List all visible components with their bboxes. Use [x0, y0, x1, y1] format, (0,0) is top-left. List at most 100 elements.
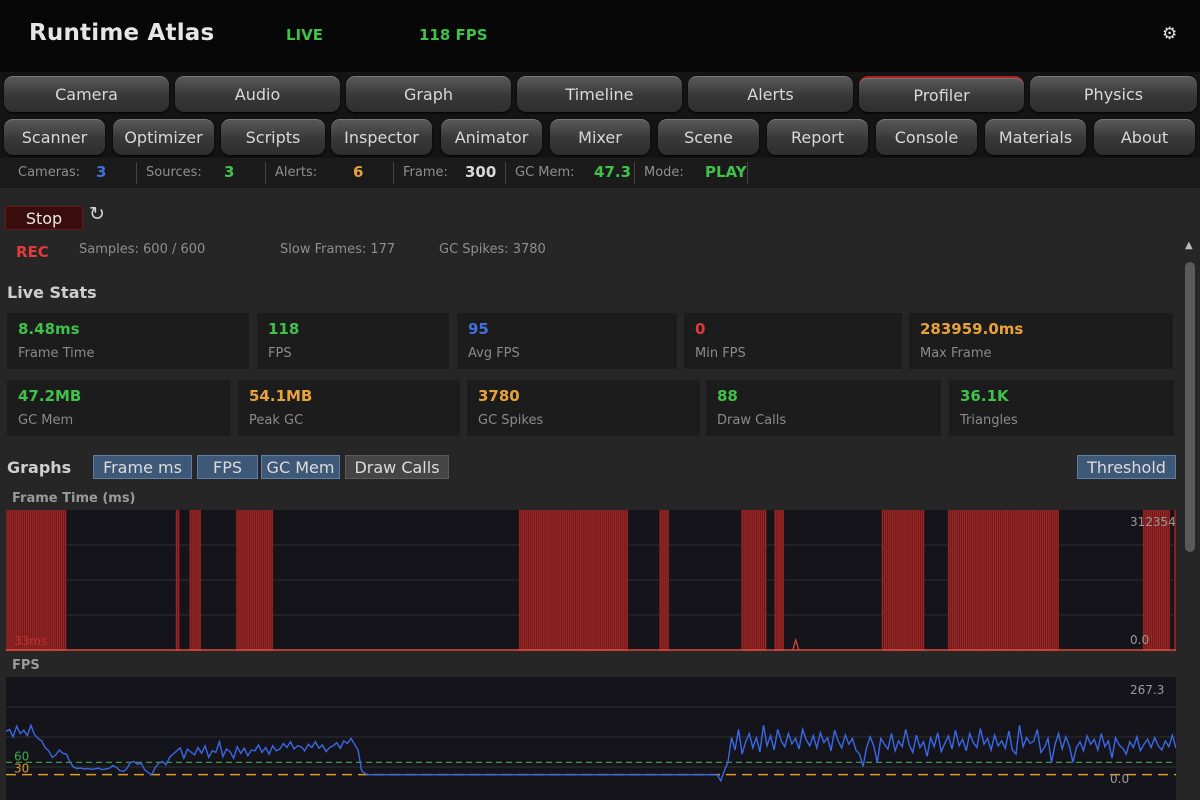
- stat-card: 36.1K Triangles: [949, 380, 1174, 436]
- title-bar: Runtime Atlas LIVE 118 FPS ⚙: [0, 0, 1200, 72]
- status-value: PLAY: [705, 163, 747, 181]
- stat-value: 118: [268, 320, 300, 338]
- live-stats-title: Live Stats: [7, 283, 97, 302]
- stat-value: 54.1MB: [249, 387, 313, 405]
- tab-alerts[interactable]: Alerts: [688, 76, 853, 112]
- threshold-30-label: 30: [14, 762, 29, 776]
- stat-label: Max Frame: [920, 346, 992, 361]
- tab-report[interactable]: Report: [767, 119, 868, 155]
- tab-console[interactable]: Console: [876, 119, 977, 155]
- gc-spikes-count: GC Spikes: 3780: [439, 242, 546, 257]
- tab-mixer[interactable]: Mixer: [550, 119, 650, 155]
- toggle-fps[interactable]: FPS: [197, 455, 258, 479]
- status-divider: [265, 162, 266, 184]
- stat-card: 3780 GC Spikes: [467, 380, 700, 436]
- tab-scripts[interactable]: Scripts: [221, 119, 325, 155]
- tab-animator[interactable]: Animator: [441, 119, 542, 155]
- status-label: Sources:: [146, 165, 202, 180]
- tab-about[interactable]: About: [1094, 119, 1195, 155]
- stat-value: 95: [468, 320, 489, 338]
- stat-card: 283959.0ms Max Frame: [909, 313, 1173, 369]
- tab-audio[interactable]: Audio: [175, 76, 340, 112]
- stat-value: 88: [717, 387, 738, 405]
- stat-value: 283959.0ms: [920, 320, 1024, 338]
- slow-frames-count: Slow Frames: 177: [280, 242, 396, 257]
- tab-physics[interactable]: Physics: [1030, 76, 1197, 112]
- y-min-label: 0.0: [1130, 633, 1149, 647]
- status-label: Mode:: [644, 165, 684, 180]
- stat-label: Draw Calls: [717, 413, 787, 428]
- graphs-title: Graphs: [7, 458, 72, 477]
- status-label: Frame:: [403, 165, 448, 180]
- status-divider: [505, 162, 506, 184]
- chart-background: [6, 677, 1176, 800]
- scroll-up-icon[interactable]: ▲: [1185, 240, 1193, 251]
- status-bar: Cameras: 3 Sources: 3 Alerts: 6 Frame: 300 GC Me…: [0, 158, 1200, 188]
- status-label: GC Mem:: [515, 165, 575, 180]
- status-divider: [136, 162, 137, 184]
- status-value: 3: [224, 163, 235, 181]
- stat-label: Triangles: [960, 413, 1018, 428]
- stat-label: FPS: [268, 346, 292, 361]
- status-label: Alerts:: [275, 165, 318, 180]
- rec-indicator: REC: [16, 243, 49, 261]
- y-min-label: 0.0: [1110, 772, 1129, 786]
- status-divider: [393, 162, 394, 184]
- stat-card: 0 Min FPS: [684, 313, 902, 369]
- stat-card: 54.1MB Peak GC: [238, 380, 460, 436]
- fps-chart: 267.30.06030: [6, 677, 1176, 800]
- tab-timeline[interactable]: Timeline: [517, 76, 682, 112]
- stat-value: 47.2MB: [18, 387, 82, 405]
- toggle-frame-ms[interactable]: Frame ms: [93, 455, 192, 479]
- y-max-label: 267.3: [1130, 683, 1164, 697]
- stat-card: 88 Draw Calls: [706, 380, 941, 436]
- tab-scene[interactable]: Scene: [658, 119, 759, 155]
- stat-card: 118 FPS: [257, 313, 449, 369]
- frame-time-graph-title: Frame Time (ms): [12, 491, 136, 506]
- stat-value: 3780: [478, 387, 520, 405]
- gear-icon[interactable]: ⚙: [1162, 24, 1177, 44]
- tab-inspector[interactable]: Inspector: [331, 119, 432, 155]
- stat-label: GC Spikes: [478, 413, 544, 428]
- status-divider: [747, 162, 748, 184]
- stat-value: 36.1K: [960, 387, 1009, 405]
- y-max-label: 312354.9: [1130, 515, 1176, 529]
- frame-time-chart: 312354.9 0.0 33ms: [6, 510, 1176, 651]
- tab-optimizer[interactable]: Optimizer: [113, 119, 214, 155]
- threshold-button[interactable]: Threshold: [1077, 455, 1176, 479]
- tab-profiler[interactable]: Profiler: [859, 76, 1024, 112]
- samples-count: Samples: 600 / 600: [79, 242, 206, 257]
- tab-scanner[interactable]: Scanner: [4, 119, 105, 155]
- tab-materials[interactable]: Materials: [985, 119, 1086, 155]
- stat-label: Avg FPS: [468, 346, 520, 361]
- stat-value: 0: [695, 320, 706, 338]
- stat-label: GC Mem: [18, 413, 74, 428]
- stat-label: Frame Time: [18, 346, 95, 361]
- stat-card: 95 Avg FPS: [457, 313, 677, 369]
- fps-graph-title: FPS: [12, 658, 40, 673]
- threshold-label: 33ms: [14, 634, 47, 648]
- scrollbar-thumb[interactable]: [1185, 262, 1195, 552]
- tab-camera[interactable]: Camera: [4, 76, 169, 112]
- toggle-gc-mem[interactable]: GC Mem: [261, 455, 340, 479]
- fps-readout: 118 FPS: [419, 26, 488, 44]
- stat-card: 8.48ms Frame Time: [7, 313, 249, 369]
- stat-label: Peak GC: [249, 413, 304, 428]
- live-indicator: LIVE: [286, 26, 323, 44]
- status-value: 3: [96, 163, 107, 181]
- stat-label: Min FPS: [695, 346, 746, 361]
- scrollbar[interactable]: ▲: [1183, 240, 1197, 800]
- tab-row-secondary: Scanner Optimizer Scripts Inspector Animator…: [0, 116, 1200, 158]
- slow-frame-band: [1142, 510, 1171, 651]
- stat-card: 47.2MB GC Mem: [7, 380, 231, 436]
- status-label: Cameras:: [18, 165, 81, 180]
- tab-graph[interactable]: Graph: [346, 76, 511, 112]
- slow-frame-band: [189, 510, 201, 651]
- status-value: 300: [465, 163, 497, 181]
- status-value: 6: [353, 163, 364, 181]
- refresh-icon[interactable]: ↻: [89, 203, 105, 225]
- toggle-draw-calls[interactable]: Draw Calls: [345, 455, 449, 479]
- status-divider: [634, 162, 635, 184]
- stat-value: 8.48ms: [18, 320, 80, 338]
- stop-button[interactable]: Stop: [5, 206, 83, 230]
